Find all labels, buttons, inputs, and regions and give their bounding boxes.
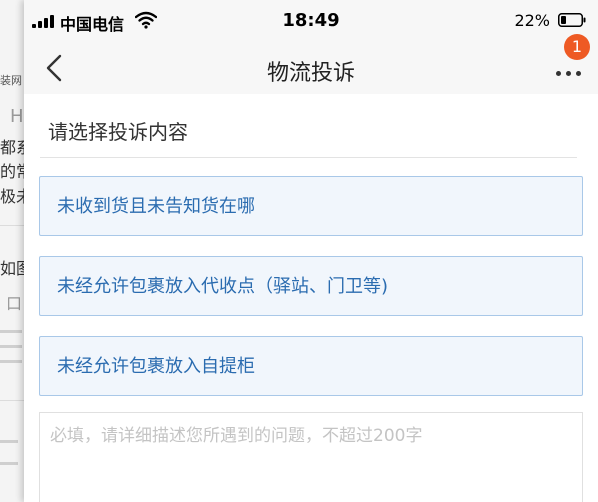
background-text: 口 [6,294,23,313]
background-text: H [10,106,24,127]
page-title: 物流投诉 [266,61,355,86]
background-bar [0,462,18,465]
notification-badge: 1 [564,34,590,60]
complaint-option-locker[interactable]: 未经允许包裹放入自提柜 [39,336,583,396]
complaint-option-collection-point[interactable]: 未经允许包裹放入代收点（驿站、门卫等) [39,256,583,316]
clock-time: 18:49 [282,10,340,31]
status-bar: 中国电信 18:49 22% [24,0,598,42]
complaint-option-not-received[interactable]: 未收到货且未告知货在哪 [39,176,583,236]
phone-screen: 中国电信 18:49 22% 物流投诉 1 请选择投诉内容 未收到货且未告知货在… [24,0,598,502]
background-text: 装网 [0,74,22,87]
background-bar [0,330,22,333]
battery-icon [558,13,586,27]
section-title: 请选择投诉内容 [48,120,188,144]
background-bar [0,440,18,443]
screen: 装网 H 都系 的常 极未 如图 口 中国电信 18:49 22% 物流投诉 1… [0,0,598,502]
background-bar [0,345,22,348]
battery-percentage: 22% [514,11,550,30]
complaint-option-label: 未经允许包裹放入自提柜 [57,356,255,377]
complaint-option-label: 未收到货且未告知货在哪 [57,196,255,217]
navigation-bar: 物流投诉 [24,42,598,94]
complaint-option-label: 未经允许包裹放入代收点（驿站、门卫等) [57,276,389,297]
description-input[interactable] [39,412,583,502]
section-divider [40,157,577,158]
background-bar [0,360,22,363]
more-dots-icon [556,71,582,77]
